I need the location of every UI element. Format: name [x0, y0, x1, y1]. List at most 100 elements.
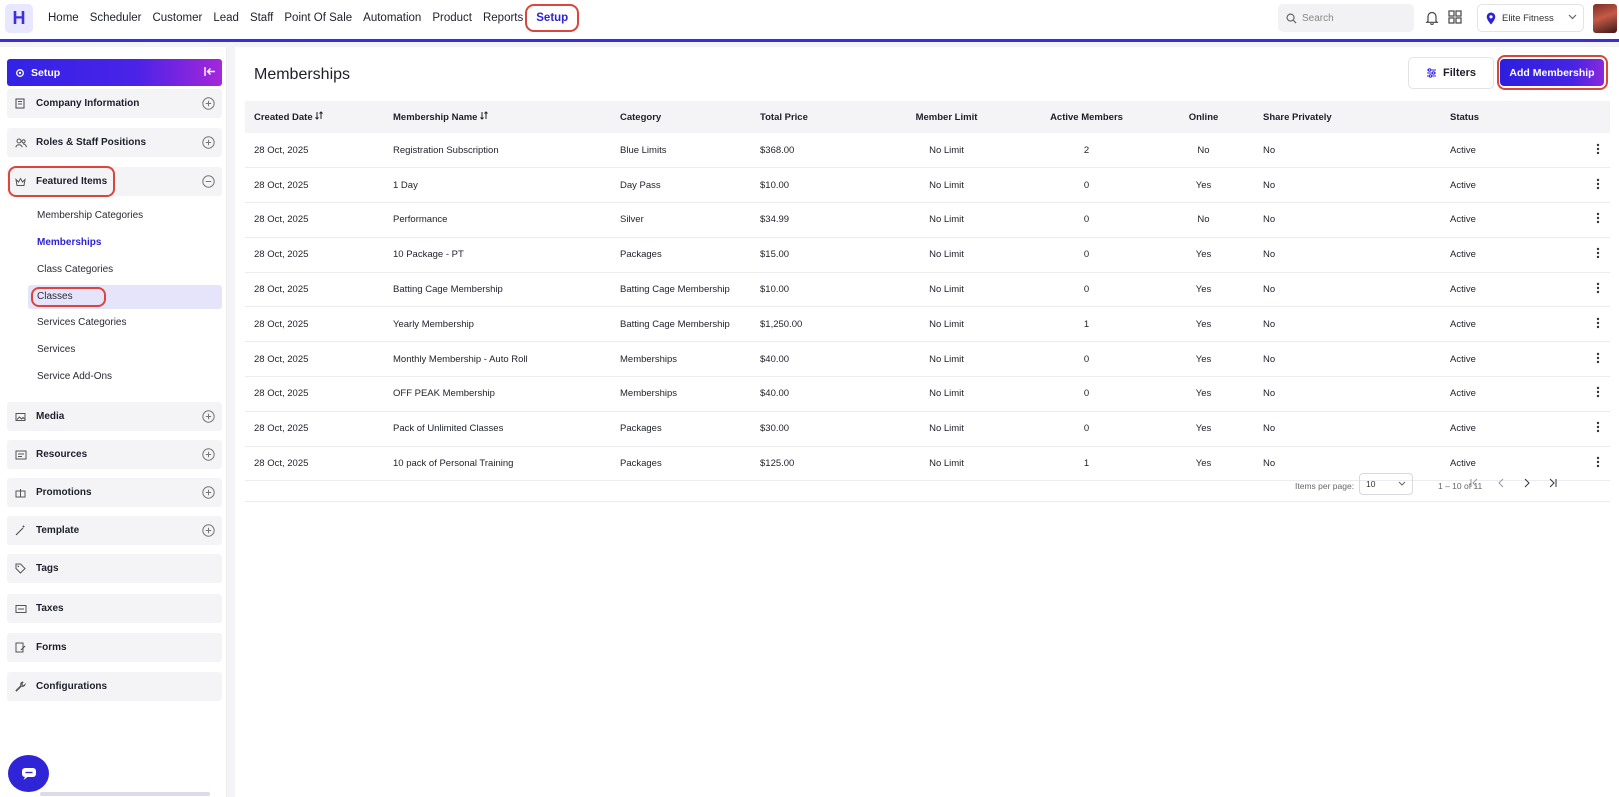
- user-avatar[interactable]: [1593, 4, 1617, 33]
- sidebar-item-services[interactable]: Services: [37, 344, 75, 355]
- nav-scheduler[interactable]: Scheduler: [90, 12, 142, 24]
- sidebar-section-tags[interactable]: Tags: [7, 554, 222, 583]
- app-logo[interactable]: H: [5, 4, 33, 33]
- table-header-row: Created Date Membership Name Category To…: [245, 101, 1610, 133]
- sidebar-section-company-information[interactable]: Company Information: [7, 89, 222, 118]
- sidebar-section-label: Tags: [36, 563, 59, 574]
- table-row[interactable]: 28 Oct, 2025 Batting Cage Membership Batti…: [245, 272, 1610, 308]
- row-actions: [1536, 133, 1610, 169]
- table-cell: $10.00: [751, 167, 873, 204]
- bell-icon[interactable]: [1425, 10, 1439, 25]
- more-vertical-icon[interactable]: [1596, 421, 1600, 433]
- sidebar-item-class-categories[interactable]: Class Categories: [37, 264, 113, 275]
- first-page-icon[interactable]: [1468, 477, 1480, 489]
- expand-plus-icon[interactable]: [202, 524, 215, 537]
- sort-icon[interactable]: [480, 111, 488, 120]
- nav-setup[interactable]: Setup: [525, 4, 580, 32]
- sidebar-section-roles-staff[interactable]: Roles & Staff Positions: [7, 128, 222, 157]
- nav-automation[interactable]: Automation: [363, 12, 421, 24]
- more-vertical-icon[interactable]: [1596, 386, 1600, 398]
- last-page-icon[interactable]: [1547, 477, 1559, 489]
- more-vertical-icon[interactable]: [1596, 317, 1600, 329]
- table-cell: Yes: [1153, 376, 1254, 412]
- add-membership-button[interactable]: Add Membership: [1500, 59, 1604, 86]
- sidebar-item-memberships[interactable]: Memberships: [37, 237, 101, 248]
- table-cell: Batting Cage Membership: [611, 272, 751, 308]
- more-vertical-icon[interactable]: [1596, 143, 1600, 155]
- more-vertical-icon[interactable]: [1596, 212, 1600, 224]
- sidebar-section-configurations[interactable]: Configurations: [7, 672, 222, 701]
- sidebar-section-template[interactable]: Template: [7, 516, 222, 545]
- table-row[interactable]: 28 Oct, 2025 Pack of Unlimited Classes Pac…: [245, 411, 1610, 447]
- nav-product[interactable]: Product: [432, 12, 472, 24]
- chevron-down-icon: [1398, 481, 1406, 486]
- row-actions: [1536, 411, 1610, 447]
- table-cell: 28 Oct, 2025: [245, 411, 384, 447]
- apps-grid-icon[interactable]: [1448, 10, 1462, 24]
- table-cell: Registration Subscription: [384, 133, 611, 169]
- sort-icon[interactable]: [315, 111, 324, 120]
- nav-lead[interactable]: Lead: [213, 12, 239, 24]
- table-row[interactable]: 28 Oct, 2025 OFF PEAK Membership Membershi…: [245, 376, 1610, 412]
- table-cell: Memberships: [611, 341, 751, 378]
- expand-plus-icon[interactable]: [202, 448, 215, 461]
- nav-reports[interactable]: Reports: [483, 12, 523, 24]
- nav-home[interactable]: Home: [48, 12, 79, 24]
- filters-button[interactable]: Filters: [1408, 57, 1494, 89]
- table-cell: 28 Oct, 2025: [245, 237, 384, 273]
- nav-staff[interactable]: Staff: [250, 12, 273, 24]
- more-vertical-icon[interactable]: [1596, 456, 1600, 468]
- table-row[interactable]: 28 Oct, 2025 Yearly Membership Batting Cag…: [245, 306, 1610, 343]
- expand-plus-icon[interactable]: [202, 97, 215, 110]
- table-body: 28 Oct, 2025 Registration Subscription Blu…: [245, 133, 1610, 482]
- items-per-page-select[interactable]: 10: [1359, 473, 1413, 495]
- search-placeholder: Search: [1302, 12, 1334, 24]
- search-input[interactable]: Search: [1278, 4, 1414, 32]
- expand-plus-icon[interactable]: [202, 410, 215, 423]
- chat-button[interactable]: [8, 755, 49, 792]
- location-selector[interactable]: Elite Fitness: [1477, 4, 1584, 32]
- table-cell: 0: [1020, 167, 1153, 204]
- expand-plus-icon[interactable]: [202, 136, 215, 149]
- filter-sliders-icon: [1426, 68, 1436, 78]
- table-row[interactable]: 28 Oct, 2025 Performance Silver $34.99 No Li…: [245, 202, 1610, 238]
- table-cell: Active: [1441, 376, 1536, 412]
- table-cell: No: [1254, 376, 1441, 412]
- column-header[interactable]: Membership Name: [384, 101, 611, 133]
- sidebar-section-forms[interactable]: Forms: [7, 633, 222, 662]
- sidebar-scrollbar[interactable]: [40, 792, 210, 796]
- more-vertical-icon[interactable]: [1596, 178, 1600, 190]
- collapse-minus-icon[interactable]: [202, 175, 215, 188]
- table-row[interactable]: 28 Oct, 2025 1 Day Day Pass $10.00 No Limit 0…: [245, 167, 1610, 204]
- sidebar-section-taxes[interactable]: Taxes: [7, 594, 222, 623]
- nav-point-of-sale[interactable]: Point Of Sale: [284, 12, 352, 24]
- table-cell: Blue Limits: [611, 133, 751, 169]
- table-cell: 0: [1020, 272, 1153, 308]
- expand-plus-icon[interactable]: [202, 486, 215, 499]
- sidebar-section-promotions[interactable]: Promotions: [7, 478, 222, 507]
- table-cell: Batting Cage Membership: [611, 306, 751, 343]
- sidebar-section-resources[interactable]: Resources: [7, 440, 222, 469]
- next-page-icon[interactable]: [1521, 477, 1533, 489]
- main-content: Memberships Filters Add Membership Creat…: [235, 47, 1619, 797]
- table-row[interactable]: 28 Oct, 2025 Monthly Membership - Auto Ro…: [245, 341, 1610, 378]
- previous-page-icon[interactable]: [1495, 477, 1507, 489]
- table-cell: $40.00: [751, 341, 873, 378]
- table-row[interactable]: 28 Oct, 2025 Registration Subscription Blu…: [245, 133, 1610, 169]
- sidebar-item-service-add-ons[interactable]: Service Add-Ons: [37, 371, 112, 382]
- column-header[interactable]: Created Date: [245, 101, 384, 133]
- more-vertical-icon[interactable]: [1596, 282, 1600, 294]
- more-vertical-icon[interactable]: [1596, 247, 1600, 259]
- sidebar-section-media[interactable]: Media: [7, 402, 222, 431]
- collapse-sidebar-icon[interactable]: [204, 66, 216, 77]
- table-cell: Pack of Unlimited Classes: [384, 411, 611, 447]
- more-vertical-icon[interactable]: [1596, 352, 1600, 364]
- sidebar-item-services-categories[interactable]: Services Categories: [37, 317, 126, 328]
- sidebar-item-membership-categories[interactable]: Membership Categories: [37, 210, 143, 221]
- nav-customer[interactable]: Customer: [152, 12, 202, 24]
- table-row[interactable]: 28 Oct, 2025 10 Package - PT Packages $15.0…: [245, 237, 1610, 273]
- table-cell: Active: [1441, 306, 1536, 343]
- table-cell: Active: [1441, 411, 1536, 447]
- sidebar-item-classes[interactable]: Classes: [37, 291, 73, 302]
- sidebar-section-label: Resources: [36, 449, 88, 460]
